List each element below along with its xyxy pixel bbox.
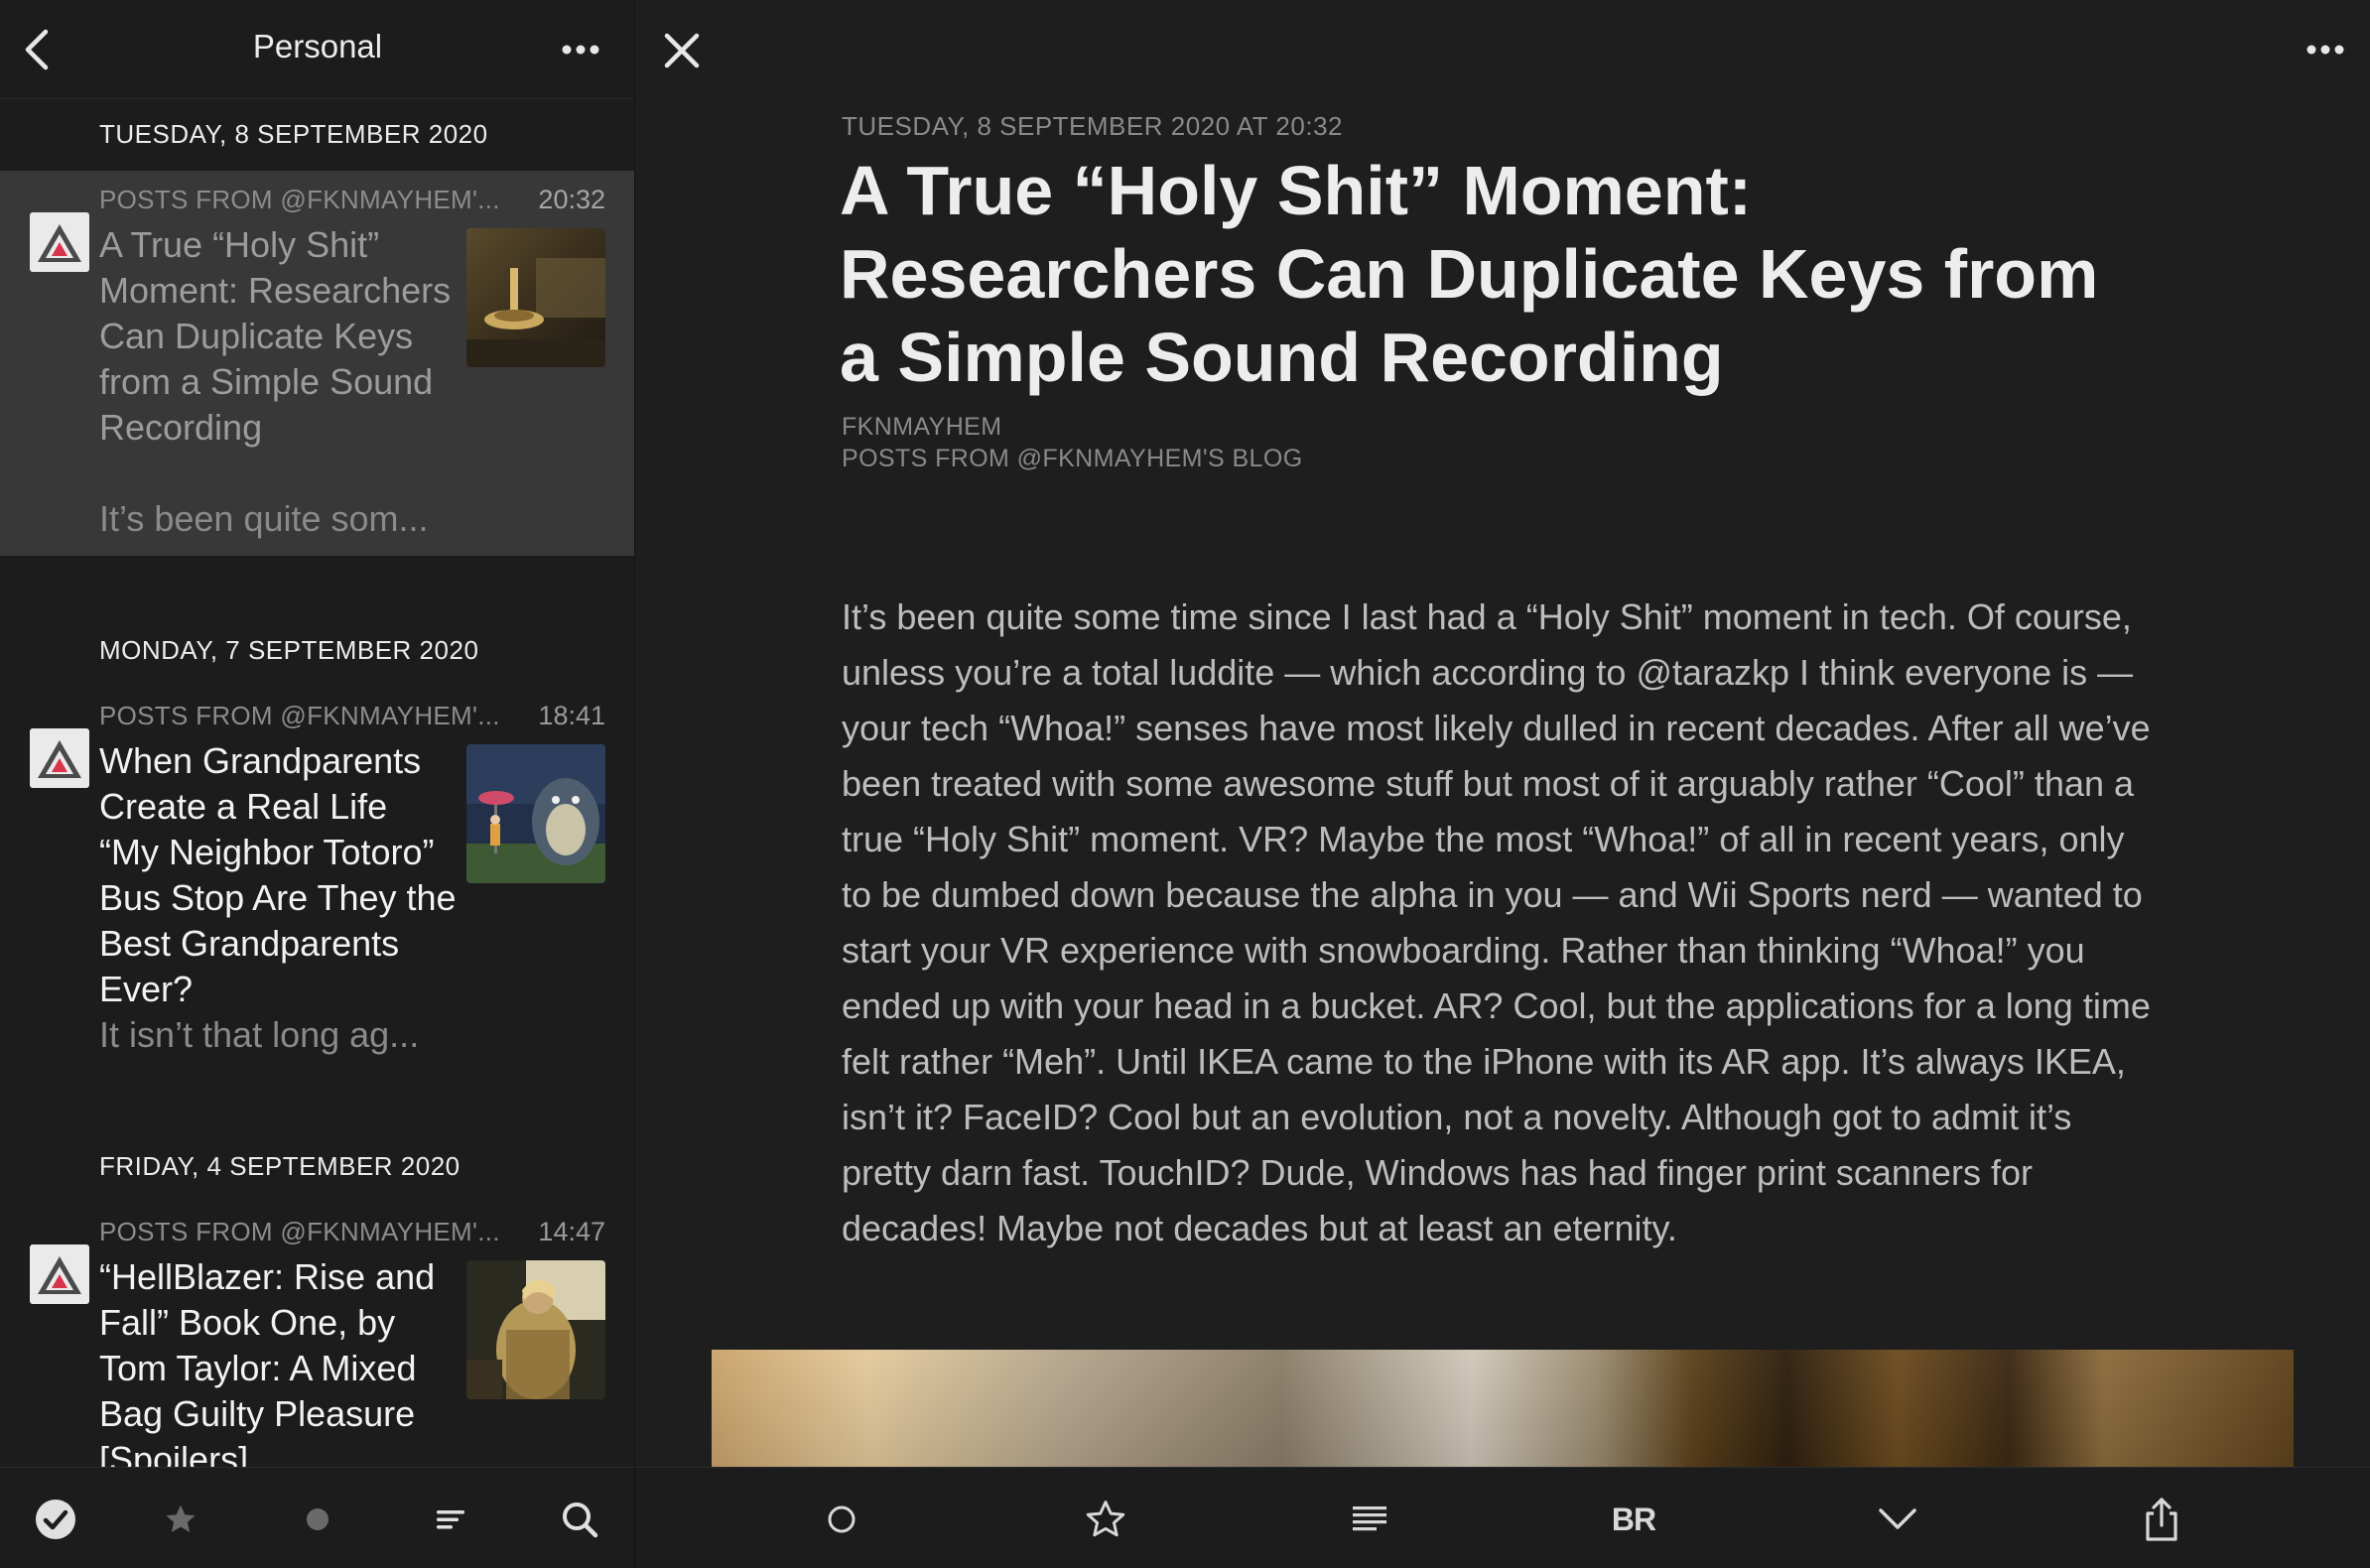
mark-unread-button[interactable] [810,1488,873,1551]
item-time: 20:32 [538,185,605,214]
article-feed-name[interactable]: POSTS FROM @FKNMAYHEM'S BLOG [842,445,1303,473]
mountain-logo-icon [38,224,81,262]
date-section-header: FRIDAY, 4 SEPTEMBER 2020 [99,1151,461,1181]
article-list-item[interactable]: POSTS FROM @FKNMAYHEM'... 14:47 “HellBla… [0,1203,634,1467]
spinning-top-thumbnail [466,228,605,367]
more-horizontal-icon [562,45,599,55]
next-article-button[interactable] [1866,1488,1929,1551]
paragraph-lines-icon [1353,1506,1386,1531]
feed-name: POSTS FROM @FKNMAYHEM'... [99,701,500,730]
sidebar-header: Personal [0,0,634,99]
text-view-button[interactable] [1338,1488,1401,1551]
reeder-app: Personal TUESDAY, 8 SEPTEMBER 2020 POSTS… [0,0,2370,1568]
share-button[interactable] [2130,1488,2193,1551]
item-title: A True “Holy Shit” Moment: Researchers C… [99,224,452,448]
item-time: 14:47 [538,1217,605,1246]
feed-icon [30,212,89,272]
totoro-thumbnail [466,744,605,883]
unread-dot-icon [307,1508,329,1530]
starred-filter-button[interactable] [151,1490,210,1549]
star-icon [166,1504,196,1532]
hellblazer-thumbnail [466,1260,605,1399]
feed-icon [30,1244,89,1304]
mark-all-read-button[interactable] [26,1490,85,1549]
date-section-header: MONDAY, 7 SEPTEMBER 2020 [99,635,479,665]
all-items-button[interactable] [421,1490,480,1549]
search-button[interactable] [550,1490,609,1549]
bionic-reading-button[interactable]: BR [1602,1488,1665,1551]
sidebar-title: Personal [252,28,383,65]
feed-icon [30,728,89,788]
sidebar-more-button[interactable] [556,30,605,69]
feed-name: POSTS FROM @FKNMAYHEM'... [99,185,500,214]
more-horizontal-icon [2306,45,2344,55]
article-body: It’s been quite some time since I last h… [842,596,2151,1248]
checkmark-circle-icon [36,1500,75,1539]
mountain-logo-icon [38,1256,81,1294]
article-date: TUESDAY, 8 SEPTEMBER 2020 AT 20:32 [842,111,1343,141]
article-header-bar [635,0,2370,99]
close-article-button[interactable] [657,26,707,75]
star-article-button[interactable] [1074,1488,1137,1551]
article-list[interactable]: TUESDAY, 8 SEPTEMBER 2020 POSTS FROM @FK… [0,99,634,1467]
list-icon [437,1510,464,1529]
unread-filter-button[interactable] [288,1490,347,1549]
item-snippet: It isn’t that long ag... [99,1014,420,1055]
article-toolbar: BR [635,1467,2370,1568]
article-view: TUESDAY, 8 SEPTEMBER 2020 AT 20:32 A Tru… [635,0,2370,1568]
bionic-reading-label: BR [1611,1501,1656,1537]
item-title: When Grandparents Create a Real Life “My… [99,740,457,1009]
star-outline-icon [1086,1501,1125,1537]
date-section-header: TUESDAY, 8 SEPTEMBER 2020 [99,119,488,149]
search-icon [563,1503,598,1538]
mountain-logo-icon [38,740,81,778]
share-icon [2146,1498,2177,1541]
circle-outline-icon [828,1505,856,1533]
article-list-item-selected[interactable]: POSTS FROM @FKNMAYHEM'... 20:32 A True “… [0,171,634,556]
article-more-button[interactable] [2301,30,2350,69]
sidebar-toolbar [0,1467,634,1568]
item-title: “HellBlazer: Rise and Fall” Book One, by… [99,1256,436,1467]
close-icon [664,33,700,68]
article-list-item[interactable]: POSTS FROM @FKNMAYHEM'... 18:41 When Gra… [0,687,634,1072]
article-list-sidebar: Personal TUESDAY, 8 SEPTEMBER 2020 POSTS… [0,0,635,1568]
chevron-down-icon [1879,1508,1916,1529]
feed-name: POSTS FROM @FKNMAYHEM'... [99,1217,500,1246]
article-title: A True “Holy Shit” Moment: Researchers C… [840,152,2099,396]
article-author[interactable]: FKNMAYHEM [842,413,1001,442]
item-time: 18:41 [538,701,605,730]
item-snippet: It’s been quite som... [99,498,429,539]
